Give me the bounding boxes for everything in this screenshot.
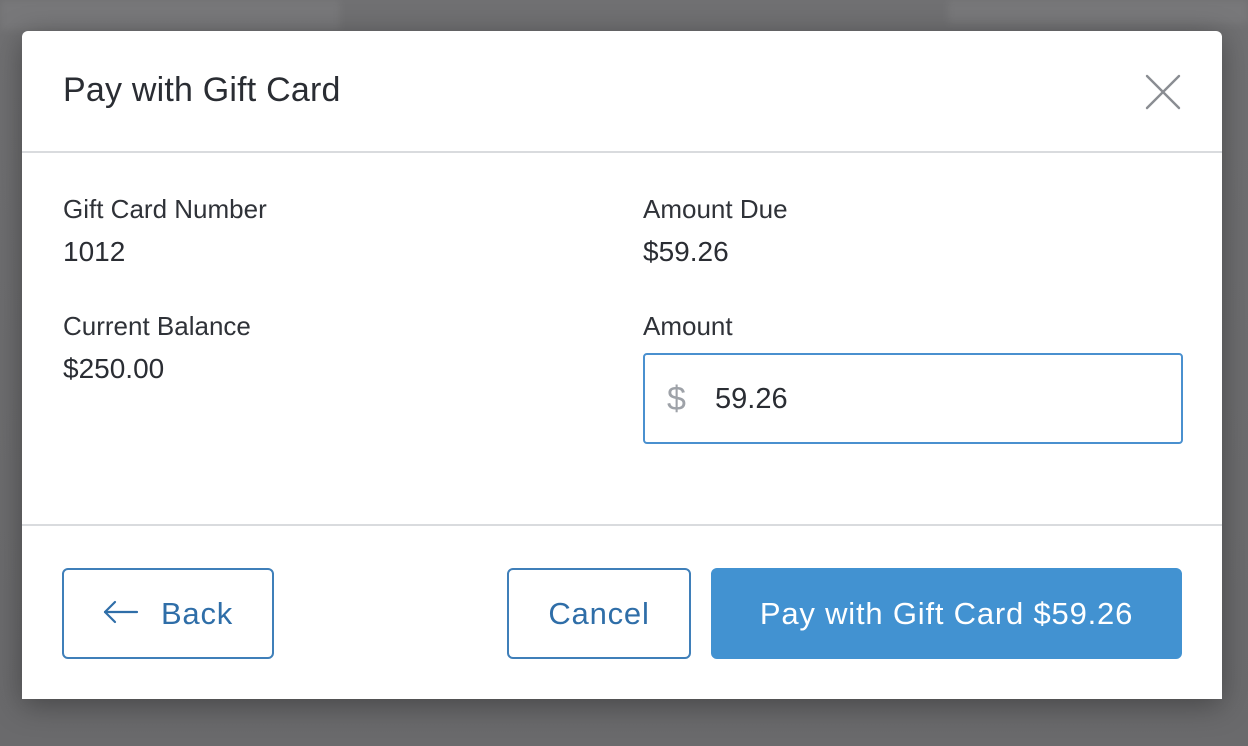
amount-field: Amount bbox=[643, 310, 733, 342]
amount-due-value: $59.26 bbox=[643, 236, 729, 267]
amount-due-label: Amount Due bbox=[643, 194, 788, 224]
arrow-left-icon bbox=[103, 596, 139, 632]
close-icon bbox=[1145, 74, 1181, 110]
background-content bbox=[948, 0, 1248, 24]
dialog-footer: Back Cancel Pay with Gift Card $59.26 bbox=[22, 526, 1222, 699]
back-button[interactable]: Back bbox=[62, 568, 274, 659]
gift-card-payment-dialog: Pay with Gift Card Gift Card Number 1012… bbox=[22, 31, 1222, 699]
dialog-body: Gift Card Number 1012 Current Balance $2… bbox=[22, 153, 1222, 526]
close-button[interactable] bbox=[1144, 73, 1182, 111]
pay-button-label: Pay with Gift Card $59.26 bbox=[759, 595, 1134, 631]
cancel-button[interactable]: Cancel bbox=[507, 568, 691, 659]
pay-with-gift-card-button[interactable]: Pay with Gift Card $59.26 bbox=[711, 568, 1182, 659]
amount-label: Amount bbox=[643, 311, 733, 341]
gift-card-number-value: 1012 bbox=[63, 236, 126, 267]
current-balance-field: Current Balance $250.00 bbox=[63, 310, 251, 386]
back-button-label: Back bbox=[160, 595, 234, 631]
background-content bbox=[0, 0, 340, 30]
amount-input[interactable] bbox=[715, 375, 1155, 423]
current-balance-value: $250.00 bbox=[63, 353, 165, 384]
current-balance-label: Current Balance bbox=[63, 311, 251, 341]
gift-card-number-label: Gift Card Number bbox=[63, 194, 267, 224]
amount-input-container[interactable]: $ bbox=[643, 353, 1183, 444]
amount-due-field: Amount Due $59.26 bbox=[643, 193, 788, 269]
gift-card-number-field: Gift Card Number 1012 bbox=[63, 193, 267, 269]
dialog-title: Pay with Gift Card bbox=[63, 71, 341, 109]
dialog-header: Pay with Gift Card bbox=[22, 31, 1222, 153]
dollar-sign-icon: $ bbox=[667, 380, 686, 418]
cancel-button-label: Cancel bbox=[548, 595, 650, 631]
